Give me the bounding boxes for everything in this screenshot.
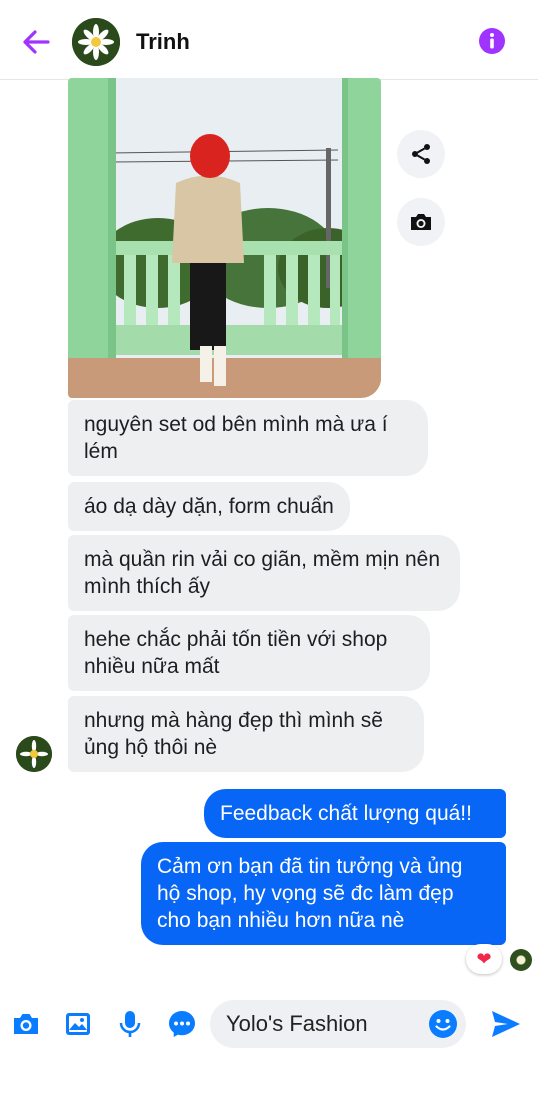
share-icon (412, 144, 430, 164)
chat-header: Trinh (0, 0, 538, 80)
contact-avatar[interactable] (72, 18, 120, 66)
message-received[interactable]: áo dạ dày dặn, form chuẩn (68, 482, 350, 531)
back-arrow-icon[interactable] (18, 24, 54, 60)
message-received[interactable]: nhưng mà hàng đẹp thì mình sẽ ủng hộ thô… (68, 696, 424, 772)
message-received[interactable]: nguyên set od bên mình mà ưa í lém (68, 400, 428, 476)
save-photo-button[interactable] (397, 198, 445, 246)
camera-icon[interactable] (10, 1008, 42, 1040)
message-received[interactable]: mà quần rin vải co giãn, mềm mịn nên mìn… (68, 535, 460, 611)
heart-reaction[interactable]: ❤ (466, 944, 502, 974)
microphone-icon[interactable] (114, 1008, 146, 1040)
contact-avatar-small[interactable] (16, 736, 52, 772)
contact-name[interactable]: Trinh (136, 29, 190, 55)
send-icon[interactable] (488, 1006, 524, 1042)
emoji-icon[interactable] (428, 1009, 458, 1039)
message-sent[interactable]: Cảm ơn bạn đã tin tưởng và ủng hộ shop, … (141, 842, 506, 945)
share-button[interactable] (397, 130, 445, 178)
messenger-icon[interactable] (166, 1008, 198, 1040)
shared-photo[interactable] (68, 78, 381, 398)
message-sent[interactable]: Feedback chất lượng quá!! (204, 789, 506, 838)
message-received[interactable]: hehe chắc phải tốn tiền với shop nhiều n… (68, 615, 430, 691)
seen-indicator-avatar (510, 949, 532, 971)
heart-icon: ❤ (476, 948, 492, 969)
camera-icon (411, 214, 431, 230)
info-icon[interactable] (478, 27, 506, 55)
image-icon[interactable] (62, 1008, 94, 1040)
